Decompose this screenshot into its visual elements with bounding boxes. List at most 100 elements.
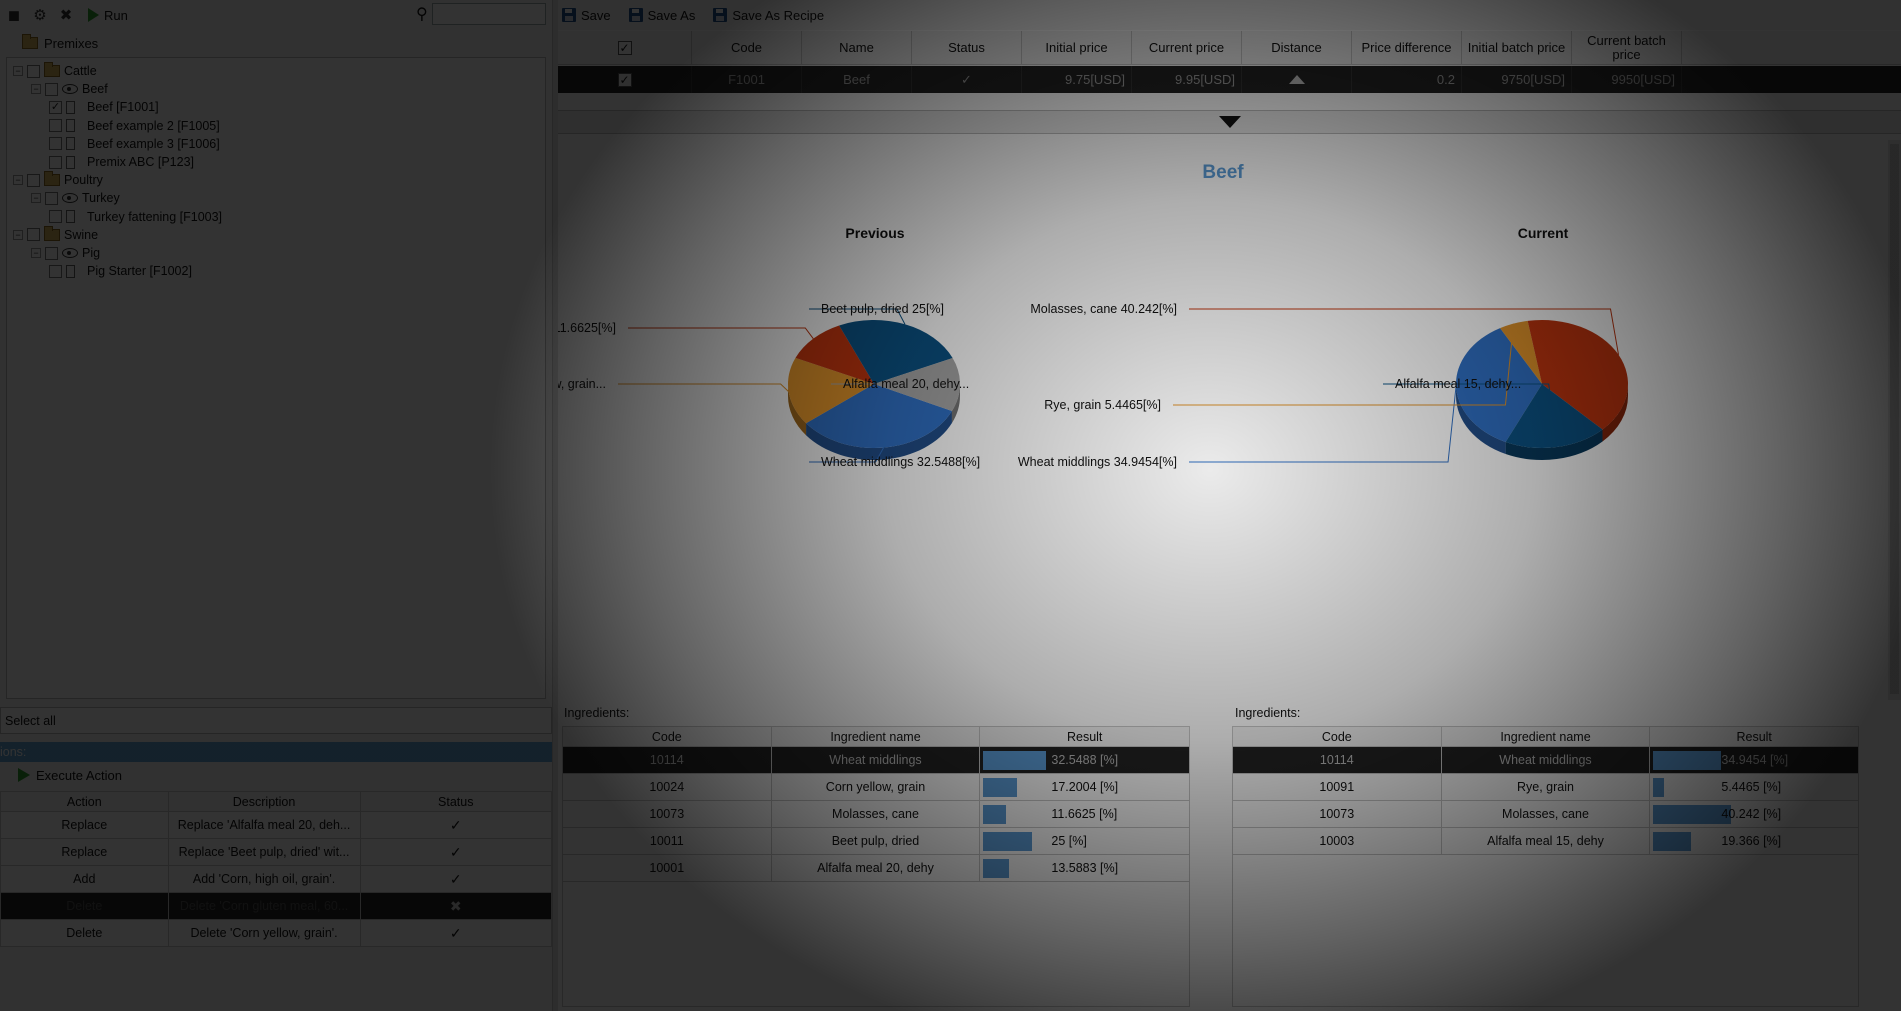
ingredient-row[interactable]: 10091 Rye, grain 5.4465 [%] (1232, 773, 1859, 801)
close-icon[interactable]: ✖ (58, 7, 74, 24)
folder-icon (44, 62, 60, 77)
tree-node-checkbox[interactable] (49, 137, 62, 151)
tree-node-label: Swine (64, 227, 99, 242)
column-header-ingredient-name[interactable]: Ingredient name (770, 726, 981, 747)
column-header-price-difference[interactable]: Price difference (1352, 31, 1462, 64)
scrollbar-thumb[interactable] (1890, 144, 1899, 694)
ingredient-row[interactable]: 10011 Beet pulp, dried 25 [%] (562, 827, 1190, 855)
ingredient-row[interactable]: 10114 Wheat middlings 32.5488 [%] (562, 746, 1190, 774)
gear-icon[interactable]: ⚙ (32, 7, 48, 24)
pie-charts: Wheat middlings 32.5488[%] Corn yellow, g… (558, 302, 1628, 469)
tree-node-checkbox[interactable] (27, 228, 40, 242)
column-header-code[interactable]: Code (1232, 726, 1442, 747)
tree-node-checkbox[interactable] (27, 173, 40, 187)
tree-section-header[interactable]: Premixes (0, 32, 552, 54)
tree-node-checkbox[interactable] (45, 82, 58, 96)
column-header-initial-batch-price[interactable]: Initial batch price (1462, 31, 1572, 64)
formula-tree: − Cattle − Beef ✓ Beef [F1001] Beef example 2 … (6, 57, 546, 699)
content-scrollbar[interactable] (1888, 140, 1901, 700)
tree-node-folder[interactable]: − Swine (13, 225, 99, 244)
select-all-field[interactable]: Select all (0, 707, 552, 734)
ingredient-name: Molasses, cane (770, 800, 981, 828)
action-row[interactable]: Replace Replace 'Alfalfa meal 20, deh... ✓ (0, 811, 553, 839)
action-row[interactable]: Delete Delete 'Corn gluten meal, 60... ✖ (0, 892, 553, 920)
column-header-action[interactable]: Action (0, 791, 169, 812)
details-collapse-bar[interactable] (558, 110, 1901, 134)
run-button[interactable]: Run (88, 8, 128, 23)
tree-node-checkbox[interactable] (27, 64, 40, 78)
tree-node-label: Cattle (64, 64, 97, 78)
expand-toggle-icon[interactable]: − (13, 229, 23, 240)
select-all-checkbox[interactable]: ✓ (617, 40, 632, 55)
ingredient-row[interactable]: 10001 Alfalfa meal 20, dehy 13.5883 [%] (562, 854, 1190, 882)
search-icon[interactable]: ⚲ (416, 4, 428, 24)
tree-node-eye[interactable]: − Pig (31, 244, 100, 262)
tree-node-doc[interactable]: Turkey fattening [F1003] (49, 208, 222, 226)
search-input[interactable] (431, 3, 546, 25)
tree-node-label: Turkey (82, 191, 120, 206)
save-as-recipe-button[interactable]: Save As Recipe (713, 8, 824, 23)
column-header-code[interactable]: Code (692, 31, 802, 64)
tree-node-checkbox[interactable] (49, 155, 62, 169)
tree-node-checkbox[interactable] (45, 191, 58, 205)
tree-node-eye[interactable]: − Turkey (31, 189, 120, 207)
row-checkbox[interactable]: ✓ (617, 72, 632, 87)
formula-grid-row[interactable]: ✓ F1001 Beef ✓ 9.75[USD] 9.95[USD] 0.2 9… (558, 66, 1901, 93)
ingredient-row[interactable]: 10003 Alfalfa meal 15, dehy 19.366 [%] (1232, 827, 1859, 855)
ingredient-row[interactable]: 10073 Molasses, cane 40.242 [%] (1232, 800, 1859, 828)
tree-node-doc[interactable]: Beef example 3 [F1006] (49, 135, 220, 153)
row-name: Beef (802, 66, 912, 93)
stop-icon[interactable]: ◼ (6, 7, 22, 24)
tree-node-folder[interactable]: − Cattle (13, 62, 97, 80)
tree-node-checkbox[interactable] (49, 264, 62, 278)
save-as-button[interactable]: Save As (628, 8, 695, 23)
column-header-status[interactable]: Status (912, 31, 1022, 64)
tree-node-folder[interactable]: − Poultry (13, 171, 103, 189)
column-header-name[interactable]: Name (802, 31, 912, 64)
tree-node-checkbox[interactable] (49, 210, 62, 224)
save-button[interactable]: Save (562, 8, 611, 23)
pie-slice-label: Rye, grain 5.4465[%] (1044, 398, 1161, 412)
tree-node-doc[interactable]: Premix ABC [P123] (49, 153, 194, 171)
column-header-result[interactable]: Result (979, 726, 1190, 747)
execute-action-button[interactable]: Execute Action (0, 764, 552, 786)
expand-toggle-icon[interactable]: − (31, 248, 41, 258)
row-current-batch-price: 9950[USD] (1572, 66, 1682, 93)
result-bar (1653, 832, 1692, 851)
tree-node-doc[interactable]: Pig Starter [F1002] (49, 262, 192, 280)
play-icon (88, 8, 99, 22)
expand-toggle-icon[interactable]: − (31, 84, 41, 95)
ingredient-row[interactable]: 10073 Molasses, cane 11.6625 [%] (562, 800, 1190, 828)
expand-toggle-icon[interactable]: − (31, 193, 41, 204)
column-header-current-batch-price[interactable]: Current batch price (1572, 31, 1682, 64)
tree-node-eye[interactable]: − Beef (31, 80, 108, 98)
column-header-current-price[interactable]: Current price (1132, 31, 1242, 64)
column-header-select[interactable]: ✓ (558, 31, 692, 64)
ingredient-code: 10091 (1232, 773, 1442, 801)
column-header-status[interactable]: Status (359, 791, 553, 812)
expand-toggle-icon[interactable]: − (13, 66, 23, 76)
tree-node-doc[interactable]: ✓ Beef [F1001] (49, 98, 159, 116)
action-row[interactable]: Replace Replace 'Beet pulp, dried' wit...… (0, 838, 553, 866)
column-header-initial-price[interactable]: Initial price (1022, 31, 1132, 64)
ingredient-row[interactable]: 10114 Wheat middlings 34.9454 [%] (1232, 746, 1859, 774)
column-header-ingredient-name[interactable]: Ingredient name (1440, 726, 1651, 747)
action-row[interactable]: Add Add 'Corn, high oil, grain'. ✓ (0, 865, 553, 893)
column-header-description[interactable]: Description (167, 791, 361, 812)
save-label: Save (581, 7, 611, 23)
column-header-distance[interactable]: Distance (1242, 31, 1352, 64)
column-header-result[interactable]: Result (1649, 726, 1859, 747)
row-select-cell[interactable]: ✓ (558, 66, 692, 93)
action-row[interactable]: Delete Delete 'Corn yellow, grain'. ✓ (0, 919, 553, 947)
column-header-code[interactable]: Code (562, 726, 772, 747)
collapse-arrow-icon[interactable] (1219, 116, 1241, 128)
pie-leader-line (628, 327, 814, 339)
ingredient-result: 5.4465 [%] (1649, 773, 1859, 801)
tree-node-checkbox[interactable] (45, 246, 58, 260)
tree-node-checkbox[interactable] (49, 119, 62, 133)
ingredient-row[interactable]: 10024 Corn yellow, grain 17.2004 [%] (562, 773, 1190, 801)
expand-toggle-icon[interactable]: − (13, 175, 23, 186)
tree-node-doc[interactable]: Beef example 2 [F1005] (49, 117, 220, 135)
save-as-recipe-label: Save As Recipe (732, 7, 825, 23)
tree-node-checkbox[interactable]: ✓ (49, 100, 62, 114)
